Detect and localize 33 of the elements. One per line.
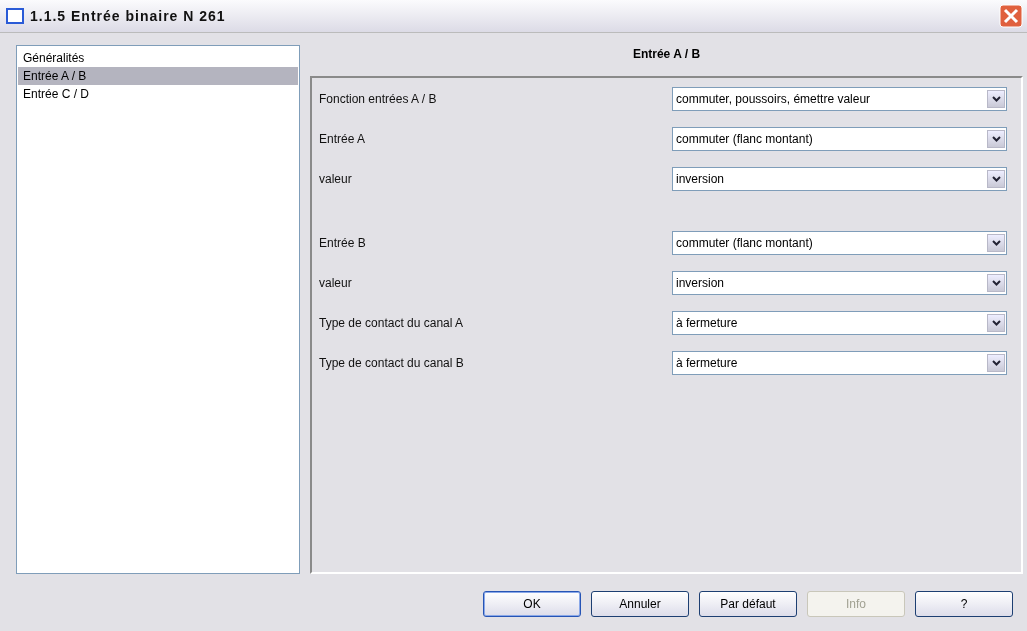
chevron-down-icon	[991, 320, 1001, 326]
chevron-down-icon	[991, 240, 1001, 246]
dropdown[interactable]: inversion	[672, 271, 1007, 295]
dialog-button[interactable]: Par défaut	[699, 591, 797, 617]
list-item[interactable]: Entrée C / D	[18, 85, 298, 103]
parameter-label: Type de contact du canal A	[319, 316, 464, 330]
parameter-label: Entrée B	[319, 236, 366, 250]
chevron-down-icon	[991, 280, 1001, 286]
window-title: 1.1.5 Entrée binaire N 261	[30, 8, 227, 24]
window-icon	[6, 8, 24, 24]
dialog-button[interactable]: OK	[483, 591, 581, 617]
panel-title: Entrée A / B	[631, 46, 702, 63]
dialog-button[interactable]: Annuler	[591, 591, 689, 617]
parameter-label: Type de contact du canal B	[319, 356, 464, 370]
dropdown[interactable]: commuter (flanc montant)	[672, 127, 1007, 151]
chevron-down-icon	[991, 136, 1001, 142]
chevron-down-icon	[991, 176, 1001, 182]
parameter-label: Fonction entrées A / B	[319, 92, 437, 106]
dropdown[interactable]: à fermeture	[672, 351, 1007, 375]
close-icon	[999, 4, 1023, 28]
parameter-label: valeur	[319, 276, 352, 290]
dropdown[interactable]: commuter (flanc montant)	[672, 231, 1007, 255]
parameter-label: valeur	[319, 172, 352, 186]
chevron-down-icon	[991, 360, 1001, 366]
list-item[interactable]: Entrée A / B	[18, 67, 298, 85]
dropdown[interactable]: à fermeture	[672, 311, 1007, 335]
parameter-label: Entrée A	[319, 132, 366, 146]
dialog-button[interactable]: ?	[915, 591, 1013, 617]
dropdown[interactable]: inversion	[672, 167, 1007, 191]
chevron-down-icon	[991, 96, 1001, 102]
list-item[interactable]: Généralités	[18, 49, 298, 67]
close-button[interactable]	[999, 4, 1023, 28]
dropdown[interactable]: commuter, poussoirs, émettre valeur	[672, 87, 1007, 111]
